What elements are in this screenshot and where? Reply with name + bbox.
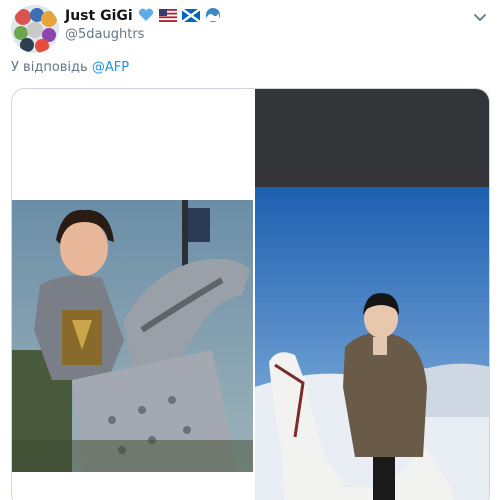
chevron-down-icon[interactable] — [469, 6, 491, 28]
image-top-band — [255, 89, 489, 187]
blue-heart-icon — [138, 7, 154, 26]
media-right-panel[interactable] — [255, 89, 490, 500]
avatar[interactable] — [11, 5, 59, 53]
animated-knight-photo[interactable] — [12, 200, 253, 472]
tweet: Just GiGi @5daughtrs У відповідь @AFP — [0, 0, 499, 500]
scotland-flag-icon — [180, 7, 201, 26]
author-display-name[interactable]: Just GiGi — [65, 8, 133, 24]
author-name-row: Just GiGi — [65, 7, 221, 25]
author-handle[interactable]: @5daughtrs — [65, 27, 144, 42]
reply-prefix: У відповідь — [11, 60, 88, 75]
white-horse-snow-photo[interactable] — [255, 187, 490, 500]
media-card[interactable] — [11, 88, 490, 500]
media-left-panel[interactable] — [12, 89, 253, 500]
reply-context: У відповідь @AFP — [11, 60, 129, 75]
wave-icon — [205, 7, 221, 26]
us-flag-icon — [158, 7, 177, 26]
reply-mention-link[interactable]: @AFP — [92, 60, 129, 75]
